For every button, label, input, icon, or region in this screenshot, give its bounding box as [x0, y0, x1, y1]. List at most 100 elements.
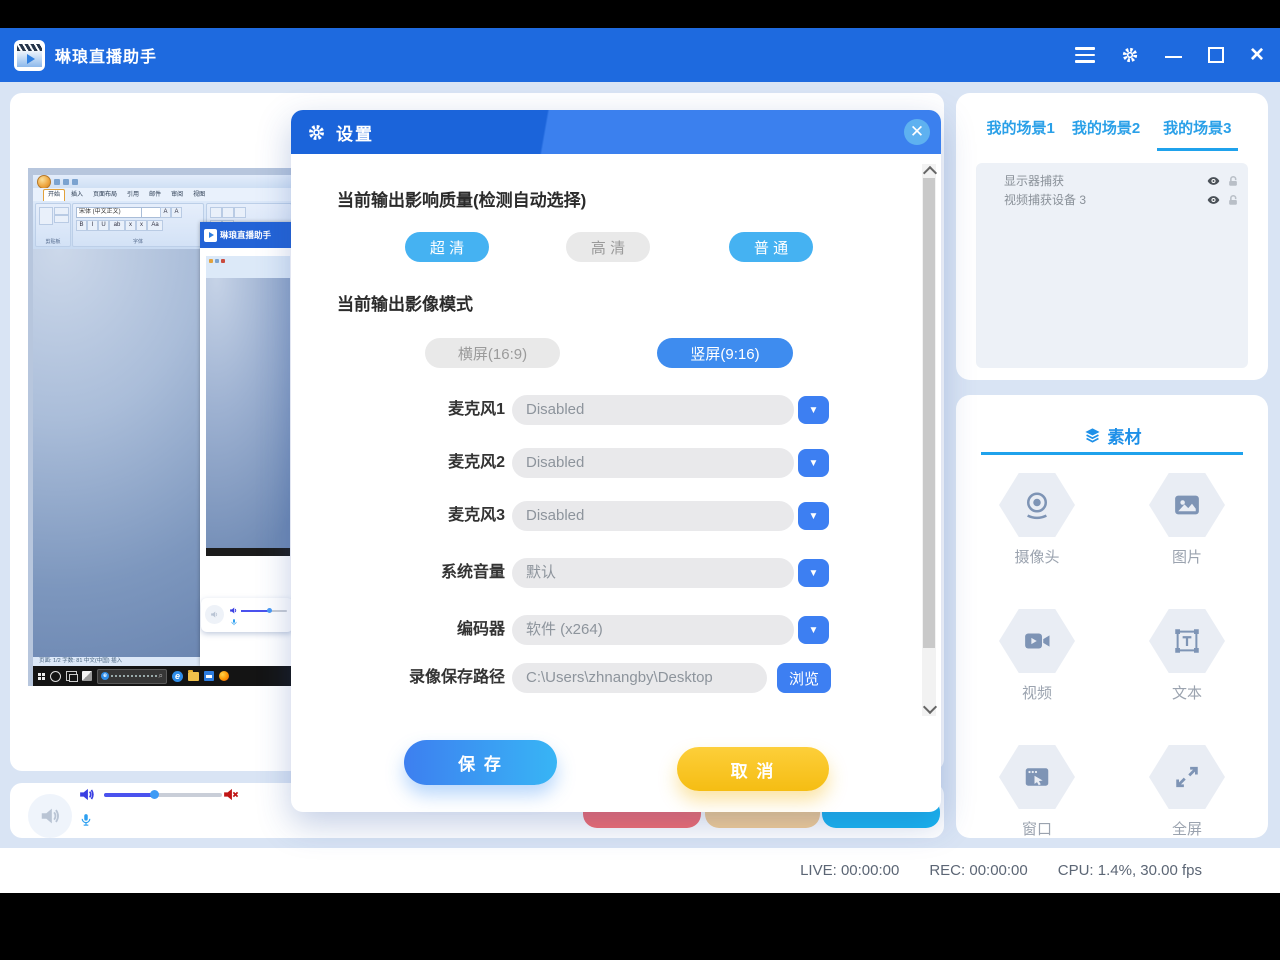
browse-button[interactable]: 浏览	[777, 663, 831, 693]
explorer-icon	[188, 672, 199, 681]
cortana-icon	[50, 671, 61, 682]
mode-portrait-button[interactable]: 竖屏(9:16)	[657, 338, 793, 368]
word-font-box: 宋体 (中文正文)	[76, 207, 144, 218]
material-text[interactable]: 文本	[1149, 609, 1225, 703]
encoder-dropdown-icon[interactable]: ▼	[798, 616, 829, 644]
visibility-eye-icon[interactable]	[1206, 175, 1221, 187]
quality-normal-button[interactable]: 普 通	[729, 232, 813, 262]
save-path-input[interactable]: C:\Users\zhnangby\Desktop	[512, 663, 767, 693]
nested-volume-panel	[201, 598, 293, 632]
mic3-select[interactable]: Disabled	[512, 501, 794, 531]
office-orb-icon	[37, 175, 51, 189]
captured-app-window: 琳琅直播助手	[200, 222, 294, 666]
taskbar-search-box: e⌕	[97, 669, 167, 684]
dialog-header: 设置 ✕	[291, 110, 941, 154]
start-icon	[38, 673, 45, 680]
live-time: LIVE: 00:00:00	[800, 862, 899, 879]
material-image[interactable]: 图片	[1149, 473, 1225, 567]
save-button[interactable]: 保 存	[404, 740, 557, 785]
window-icon	[999, 745, 1075, 809]
dialog-scrollbar[interactable]	[922, 164, 936, 716]
visibility-eye-icon[interactable]	[1206, 194, 1221, 206]
quality-section-title: 当前输出影响质量(检测自动选择)	[337, 186, 586, 211]
app-logo-icon	[14, 40, 45, 71]
cancel-button[interactable]: 取 消	[677, 747, 829, 791]
minimize-button[interactable]	[1165, 52, 1182, 59]
edge-icon: e	[172, 671, 183, 682]
fullscreen-icon	[1149, 745, 1225, 809]
dialog-title: 设置	[336, 120, 374, 145]
settings-gear-icon[interactable]	[1121, 46, 1139, 64]
tab-scene-2[interactable]: 我的场景2	[1072, 117, 1140, 151]
quality-ultra-button[interactable]: 超 清	[405, 232, 489, 262]
titlebar: 琳琅直播助手 ×	[0, 28, 1280, 82]
material-webcam[interactable]: 摄像头	[999, 473, 1075, 567]
materials-underline	[981, 452, 1243, 455]
screen-capture-preview[interactable]: 开始 插入 页面布局 引用 邮件 审阅 视图 剪贴板 宋体 (中文正文)	[28, 168, 294, 686]
taskview-icon	[66, 671, 77, 681]
pinned-app-icon	[82, 671, 92, 681]
scene-tabs: 我的场景1 我的场景2 我的场景3	[956, 117, 1268, 151]
mic1-row: 麦克风1 Disabled ▼	[337, 395, 901, 425]
system-volume-select[interactable]: 默认	[512, 558, 794, 588]
maximize-button[interactable]	[1208, 47, 1224, 63]
nested-capture	[206, 256, 290, 556]
speaker-icon[interactable]	[78, 786, 95, 803]
word-tab: 审阅	[167, 190, 187, 201]
source-row-video-device[interactable]: 视频捕获设备 3	[976, 190, 1248, 209]
mode-landscape-button[interactable]: 横屏(16:9)	[425, 338, 560, 368]
webcam-icon	[999, 473, 1075, 537]
sources-list: 显示器捕获 视频捕获设备 3	[976, 163, 1248, 368]
rec-time: REC: 00:00:00	[929, 862, 1027, 879]
material-video[interactable]: 视频	[999, 609, 1075, 703]
volume-slider[interactable]	[104, 793, 222, 797]
volume-slider-thumb[interactable]	[150, 790, 159, 799]
material-fullscreen[interactable]: 全屏	[1149, 745, 1225, 839]
quality-hd-button[interactable]: 高 清	[566, 232, 650, 262]
encoder-select[interactable]: 软件 (x264)	[512, 615, 794, 645]
scenes-panel: 我的场景1 我的场景2 我的场景3 显示器捕获 视频捕获设备 3	[956, 93, 1268, 380]
scroll-down-icon[interactable]	[923, 700, 937, 714]
muted-speaker-icon[interactable]	[222, 786, 239, 803]
materials-header: 素材	[956, 423, 1268, 448]
app-window: 琳琅直播助手 × 开始 插入	[0, 0, 1280, 960]
system-volume-dropdown-icon[interactable]: ▼	[798, 559, 829, 587]
tab-scene-1[interactable]: 我的场景1	[986, 117, 1054, 151]
lock-icon[interactable]	[1227, 194, 1239, 206]
text-icon	[1149, 609, 1225, 673]
captured-app-logo-icon	[204, 229, 217, 242]
captured-app-titlebar: 琳琅直播助手	[200, 222, 294, 248]
mic2-row: 麦克风2 Disabled ▼	[337, 448, 901, 478]
scrollbar-thumb[interactable]	[923, 178, 935, 648]
master-volume-button[interactable]	[28, 794, 72, 838]
image-icon	[1149, 473, 1225, 537]
materials-grid: 摄像头 图片 视频 文本	[962, 473, 1262, 839]
mode-options-row: 横屏(16:9) 竖屏(9:16)	[337, 338, 901, 368]
quality-options-row: 超 清 高 清 普 通	[337, 232, 901, 262]
mic2-select[interactable]: Disabled	[512, 448, 794, 478]
dialog-close-icon[interactable]: ✕	[904, 119, 930, 145]
system-volume-row: 系统音量 默认 ▼	[337, 558, 901, 588]
menu-icon[interactable]	[1075, 47, 1095, 63]
word-tab: 引用	[123, 190, 143, 201]
word-ribbon-tabs: 开始 插入 页面布局 引用 邮件 审阅 视图	[33, 188, 294, 201]
mic3-dropdown-icon[interactable]: ▼	[798, 502, 829, 530]
status-bar: LIVE: 00:00:00 REC: 00:00:00 CPU: 1.4%, …	[0, 848, 1280, 893]
source-row-display-capture[interactable]: 显示器捕获	[976, 171, 1248, 190]
mic2-dropdown-icon[interactable]: ▼	[798, 449, 829, 477]
material-window[interactable]: 窗口	[999, 745, 1075, 839]
close-button[interactable]: ×	[1250, 45, 1264, 65]
captured-taskbar: e⌕ e	[33, 666, 294, 686]
word-tab: 视图	[189, 190, 209, 201]
mic1-select[interactable]: Disabled	[512, 395, 794, 425]
mic1-dropdown-icon[interactable]: ▼	[798, 396, 829, 424]
word-tab: 邮件	[145, 190, 165, 201]
save-path-row: 录像保存路径 C:\Users\zhnangby\Desktop 浏览	[337, 663, 901, 693]
mode-section-title: 当前输出影像模式	[337, 290, 473, 315]
settings-dialog: 设置 ✕ 当前输出影响质量(检测自动选择) 超 清 高 清 普 通 当前输出影像…	[291, 110, 941, 812]
tab-scene-3[interactable]: 我的场景3	[1157, 117, 1237, 151]
microphone-icon[interactable]	[79, 810, 93, 830]
lock-icon[interactable]	[1227, 175, 1239, 187]
app-title: 琳琅直播助手	[55, 43, 157, 67]
firefox-icon	[219, 671, 229, 681]
